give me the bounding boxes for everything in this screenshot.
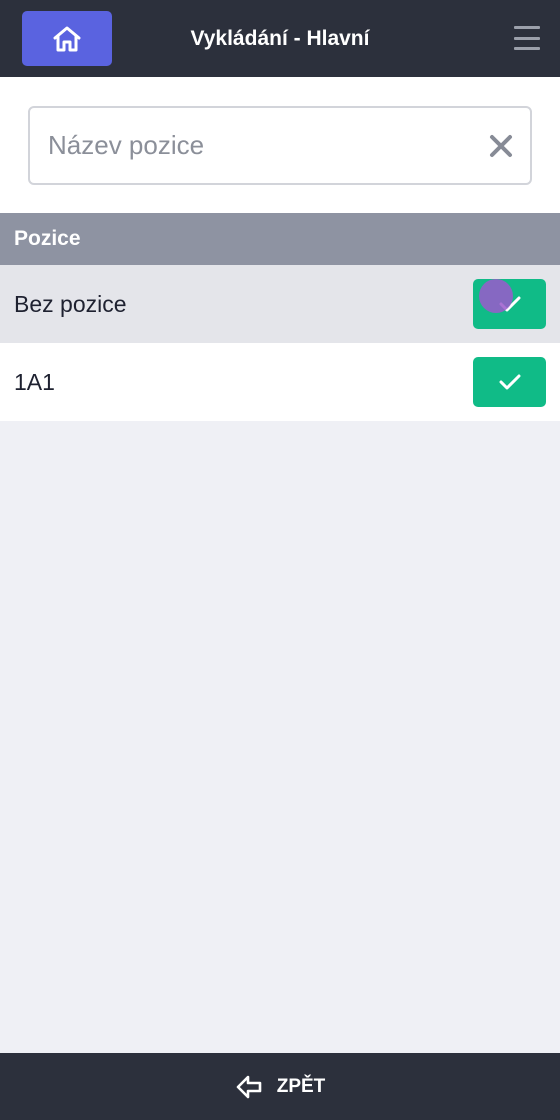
bottom-bar: ZPĚT: [0, 1053, 560, 1120]
select-position-button[interactable]: [473, 357, 546, 407]
top-bar: Vykládání - Hlavní: [0, 0, 560, 77]
menu-button[interactable]: [514, 26, 540, 50]
position-search-input[interactable]: [48, 108, 478, 183]
hamburger-menu-icon: [514, 26, 540, 29]
home-button[interactable]: [22, 11, 112, 66]
clear-search-button[interactable]: [486, 131, 516, 161]
table-header: Pozice: [0, 213, 560, 265]
position-label: 1A1: [14, 368, 55, 395]
position-label: Bez pozice: [14, 290, 127, 317]
home-icon: [53, 26, 81, 51]
check-icon: [499, 296, 520, 312]
back-label: ZPĚT: [276, 1075, 326, 1097]
menu-icon-bar: [514, 36, 540, 40]
search-area: [0, 77, 560, 213]
arrow-left-icon: [236, 1075, 262, 1098]
check-icon: [499, 374, 520, 390]
list-item: Bez pozice: [0, 265, 560, 343]
search-box: [28, 106, 532, 185]
menu-icon-bar: [514, 47, 540, 50]
select-position-button[interactable]: [473, 279, 546, 329]
back-button[interactable]: ZPĚT: [0, 1053, 560, 1120]
list-item: 1A1: [0, 343, 560, 421]
close-icon: [490, 135, 512, 157]
